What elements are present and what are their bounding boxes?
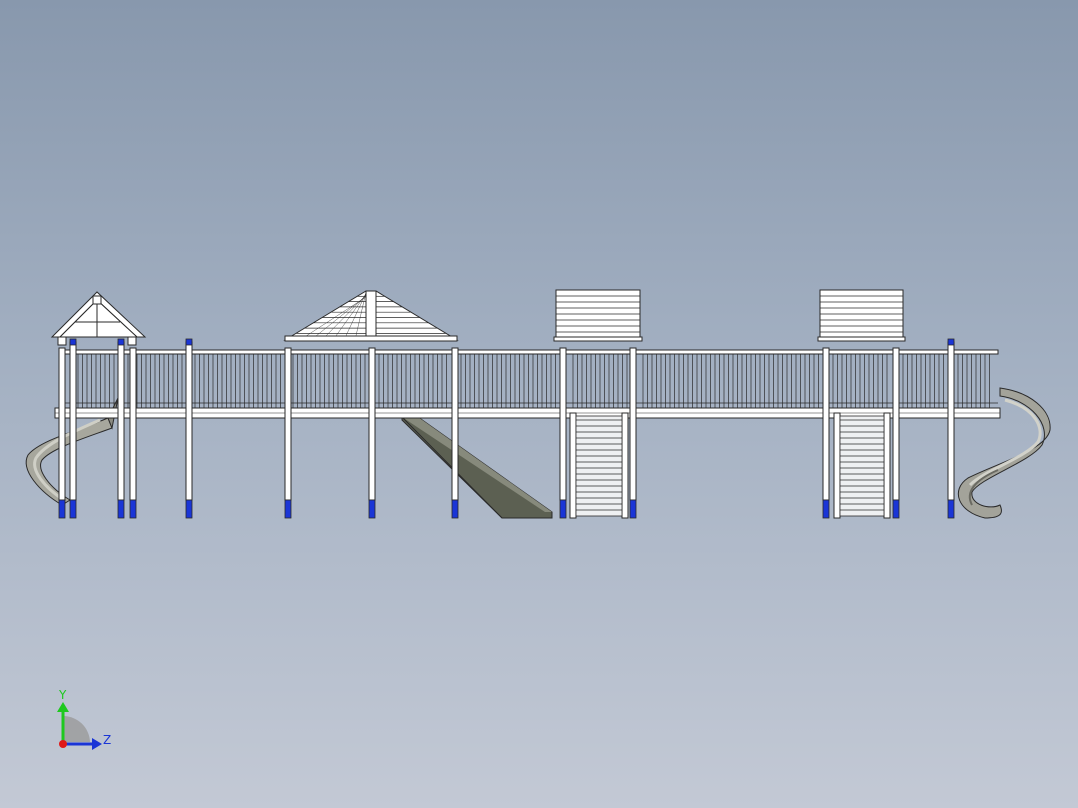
post-cap bbox=[947, 338, 955, 346]
post bbox=[559, 347, 567, 501]
gable-roof-tower[interactable] bbox=[50, 291, 147, 346]
railing-balusters bbox=[60, 354, 998, 408]
railing bbox=[59, 349, 999, 408]
stair-2[interactable] bbox=[833, 412, 891, 519]
post-cap bbox=[117, 338, 125, 346]
model-canvas[interactable]: Y Z bbox=[0, 0, 1078, 808]
post-footing bbox=[117, 499, 125, 519]
z-axis-label: Z bbox=[103, 733, 111, 747]
post-footing bbox=[284, 499, 292, 519]
y-axis-label: Y bbox=[58, 688, 67, 702]
post-footing bbox=[451, 499, 459, 519]
post bbox=[284, 347, 292, 501]
post-footing bbox=[559, 499, 567, 519]
axis-triad[interactable]: Y Z bbox=[57, 688, 111, 750]
post bbox=[822, 347, 830, 501]
post bbox=[129, 347, 137, 501]
post-footing bbox=[947, 499, 955, 519]
post bbox=[69, 341, 77, 501]
straight-slide[interactable] bbox=[401, 416, 553, 519]
x-axis-dot bbox=[59, 740, 67, 748]
post-footing bbox=[69, 499, 77, 519]
post bbox=[368, 347, 376, 501]
post-cap bbox=[185, 338, 193, 346]
flat-roof-tower-2[interactable] bbox=[817, 289, 906, 342]
post-footing bbox=[822, 499, 830, 519]
post bbox=[892, 347, 900, 501]
hip-roof-tower[interactable] bbox=[283, 290, 459, 342]
post bbox=[58, 347, 66, 501]
flat-roof-tower-1[interactable] bbox=[553, 289, 643, 342]
post-footing bbox=[58, 499, 66, 519]
post-footing bbox=[629, 499, 637, 519]
post-cap bbox=[69, 338, 77, 346]
post bbox=[451, 347, 459, 501]
post bbox=[185, 341, 193, 501]
cad-viewport[interactable]: Y Z bbox=[0, 0, 1078, 808]
post bbox=[117, 341, 125, 501]
y-axis-head bbox=[57, 702, 69, 712]
post-footing bbox=[129, 499, 137, 519]
post-footing bbox=[368, 499, 376, 519]
post-footing bbox=[185, 499, 193, 519]
post-footing bbox=[892, 499, 900, 519]
z-axis-head bbox=[92, 738, 102, 750]
post bbox=[947, 341, 955, 501]
stair-1[interactable] bbox=[569, 412, 629, 519]
triad-quadrant bbox=[63, 716, 90, 742]
post bbox=[629, 347, 637, 501]
